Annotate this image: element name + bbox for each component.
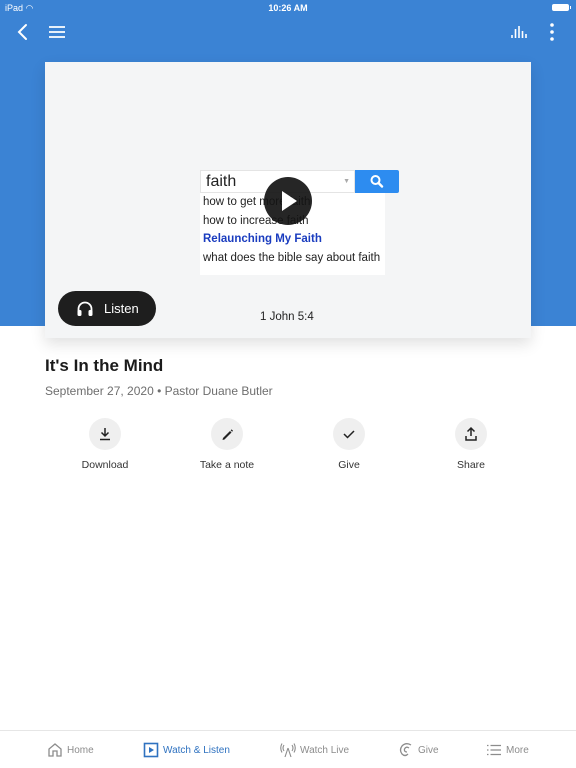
list-icon [487, 744, 501, 756]
pencil-icon [222, 429, 233, 440]
share-icon [465, 426, 477, 441]
take-note-label: Take a note [199, 459, 255, 471]
sermon-title: It's In the Mind [45, 356, 164, 375]
search-icon [370, 175, 384, 188]
top-nav [0, 16, 576, 48]
share-label: Share [456, 459, 486, 471]
take-note-button[interactable]: Take a note [177, 418, 277, 478]
play-button[interactable] [264, 177, 312, 225]
play-icon [282, 191, 297, 211]
dropdown-caret-icon: ▼ [343, 178, 350, 185]
hamburger-icon[interactable] [45, 20, 69, 44]
search-query: faith [206, 173, 237, 190]
verse-reference: 1 John 5:4 [260, 311, 314, 323]
suggestion-item: what does the bible say about faith [203, 251, 381, 264]
checkmark-icon [343, 430, 355, 439]
battery-icon [552, 4, 571, 11]
status-time: 10:26 AM [268, 3, 308, 13]
equalizer-icon[interactable] [507, 20, 531, 44]
search-button [355, 170, 399, 193]
video-player[interactable]: faith ▼ how to get more faith how to inc… [45, 62, 531, 338]
give-label: Give [338, 459, 360, 471]
share-button[interactable]: Share [421, 418, 521, 478]
play-square-icon [143, 742, 159, 758]
listen-label: Listen [104, 301, 139, 316]
download-icon [100, 428, 110, 441]
download-button[interactable]: Download [55, 418, 155, 478]
status-bar: iPad ◠ 10:26 AM [0, 0, 576, 16]
download-label: Download [81, 459, 129, 471]
headphones-icon [77, 301, 93, 316]
bottom-tab-bar: Home Watch & Listen Watch Live Give More [0, 730, 576, 768]
suggestion-item: Relaunching My Faith [203, 233, 322, 245]
listen-button[interactable]: Listen [58, 291, 156, 326]
more-vertical-icon[interactable] [540, 20, 564, 44]
give-icon [399, 743, 412, 757]
sermon-meta: September 27, 2020 • Pastor Duane Butler [45, 384, 273, 398]
give-button[interactable]: Give [299, 418, 399, 478]
home-icon [48, 743, 62, 757]
chevron-left-icon[interactable] [11, 20, 35, 44]
broadcast-icon [280, 743, 296, 758]
